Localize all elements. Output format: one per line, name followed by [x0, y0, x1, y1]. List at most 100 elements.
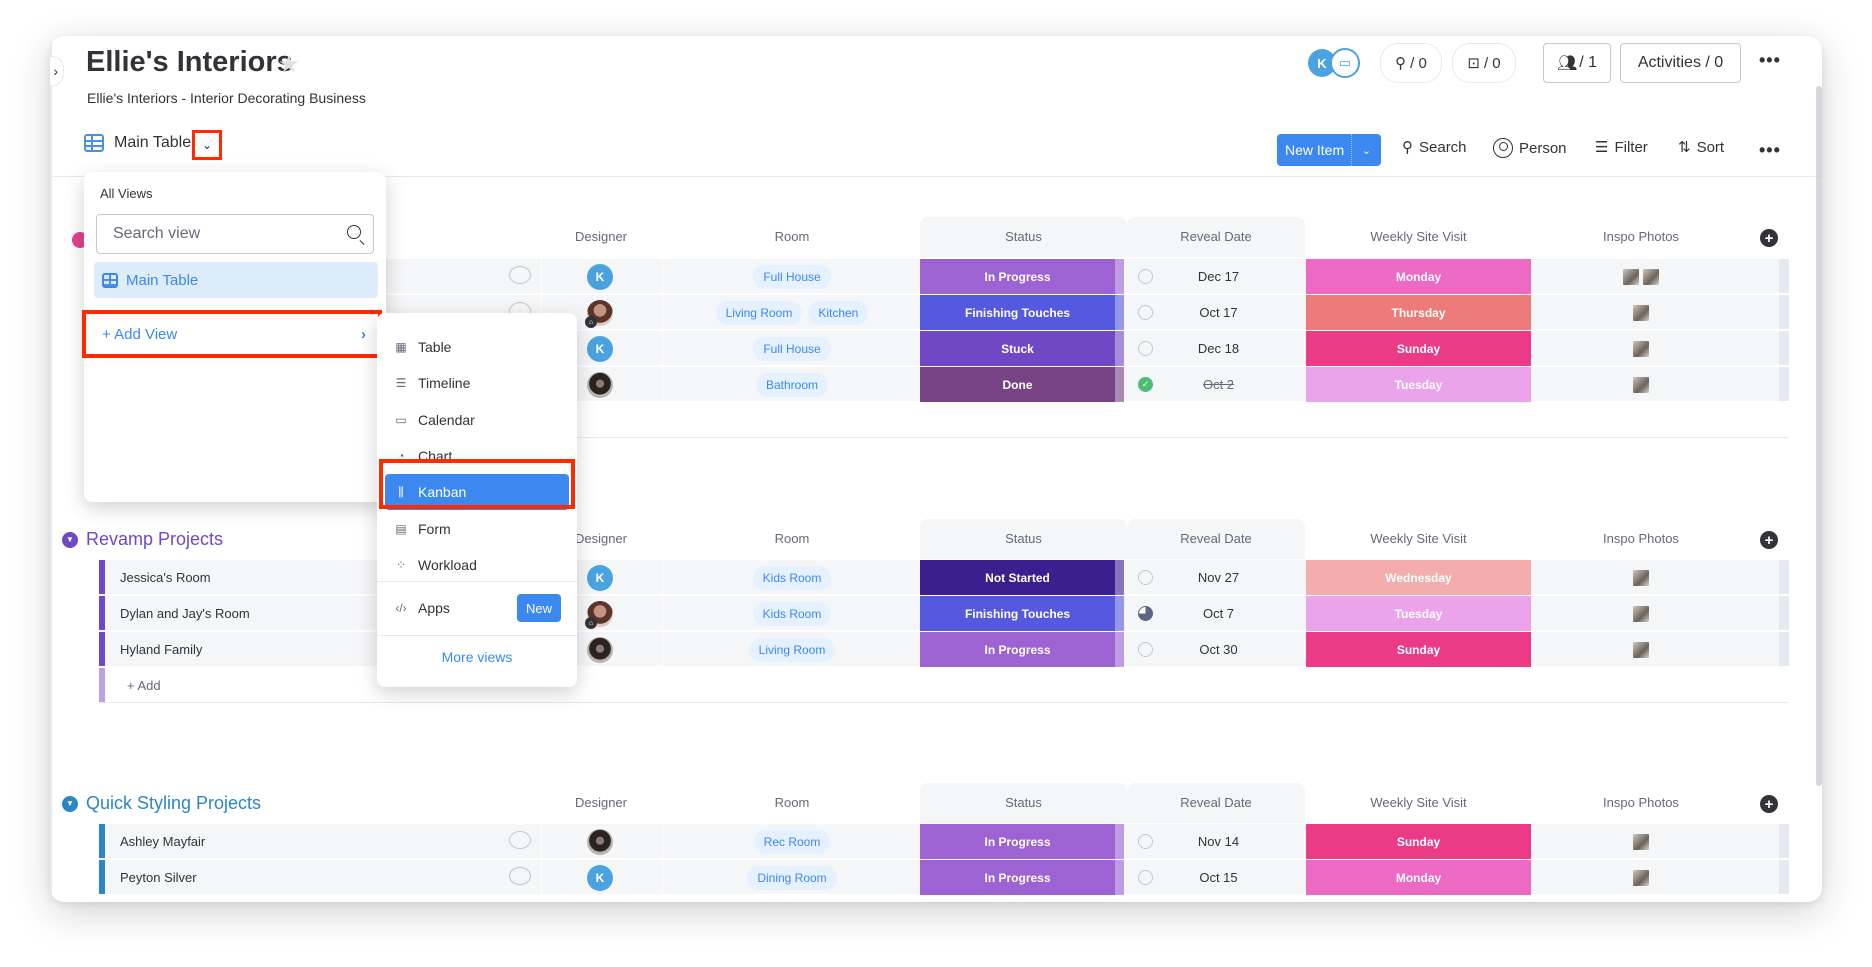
- room-tag[interactable]: Rec Room: [753, 829, 831, 854]
- status-label[interactable]: Finishing Touches: [920, 295, 1115, 330]
- table-row[interactable]: Hyland Family Living Room In Progress Oct 3…: [99, 632, 1789, 667]
- group-title[interactable]: ▼ Quick Styling Projects: [62, 793, 261, 814]
- check-icon[interactable]: ✓: [1138, 377, 1153, 392]
- chevron-down-icon[interactable]: ⌄: [1352, 144, 1381, 157]
- sort-button[interactable]: ⇅ Sort: [1678, 138, 1724, 157]
- room-tag[interactable]: Kids Room: [752, 601, 832, 626]
- view-tab-main-table[interactable]: Main Table: [84, 134, 191, 152]
- designer-avatar[interactable]: K: [587, 264, 613, 290]
- collapse-group-icon[interactable]: ▼: [62, 531, 78, 548]
- designer-avatar[interactable]: [587, 372, 613, 398]
- table-row[interactable]: Dylan and Jay's Room ⌂ Kids Room Finishing …: [99, 596, 1789, 631]
- progress-circle-icon[interactable]: [1138, 269, 1153, 284]
- status-label[interactable]: Not Started: [920, 560, 1115, 595]
- board-menu-icon[interactable]: •••: [1759, 50, 1781, 71]
- weekly-visit-label[interactable]: Sunday: [1306, 632, 1531, 667]
- room-cell[interactable]: Bathroom: [662, 367, 922, 402]
- column-header[interactable]: Status: [920, 783, 1127, 823]
- room-tag[interactable]: Living Room: [715, 300, 803, 325]
- inspo-photos-cell[interactable]: [1532, 367, 1750, 402]
- photo-thumbnail[interactable]: [1633, 869, 1649, 886]
- item-name[interactable]: Jessica's Room: [120, 560, 211, 595]
- weekly-visit-label[interactable]: Monday: [1306, 259, 1531, 294]
- toolbar-menu-icon[interactable]: •••: [1759, 140, 1781, 161]
- room-cell[interactable]: Rec Room: [662, 824, 922, 859]
- column-header[interactable]: Inspo Photos: [1532, 783, 1750, 823]
- inspo-photos-cell[interactable]: [1532, 824, 1750, 859]
- automations-button[interactable]: ⊡/ 0: [1452, 43, 1516, 83]
- reveal-date-cell[interactable]: Nov 27: [1126, 560, 1304, 595]
- table-row[interactable]: Jessica's Room K Kids Room Not Started Nov 2…: [99, 560, 1789, 595]
- weekly-visit-label[interactable]: Wednesday: [1306, 560, 1531, 595]
- add-item-row[interactable]: + Add: [99, 668, 1789, 703]
- reveal-date-cell[interactable]: Oct 30: [1126, 632, 1304, 667]
- photo-thumbnail[interactable]: [1633, 304, 1649, 321]
- reveal-date-cell[interactable]: Nov 14: [1126, 824, 1304, 859]
- weekly-visit-label[interactable]: Monday: [1306, 860, 1531, 895]
- room-cell[interactable]: Kids Room: [662, 596, 922, 631]
- search-view-field[interactable]: [96, 214, 374, 254]
- submenu-item-form[interactable]: ▤ Form: [385, 511, 569, 547]
- add-column-icon[interactable]: +: [1760, 229, 1778, 247]
- vertical-scrollbar[interactable]: [1816, 86, 1822, 786]
- submenu-item-timeline[interactable]: ☰ Timeline: [385, 365, 569, 401]
- room-cell[interactable]: Full House: [662, 331, 922, 366]
- progress-circle-icon[interactable]: [1138, 341, 1153, 356]
- reveal-date-cell[interactable]: ✓ Oct 2: [1126, 367, 1304, 402]
- status-label[interactable]: Stuck: [920, 331, 1115, 366]
- status-label[interactable]: Finishing Touches: [920, 596, 1115, 631]
- reveal-date-cell[interactable]: Oct 7: [1126, 596, 1304, 631]
- room-tag[interactable]: Living Room: [748, 637, 836, 662]
- status-label[interactable]: In Progress: [920, 259, 1115, 294]
- room-tag[interactable]: Bathroom: [755, 372, 829, 397]
- search-button[interactable]: ⚲ Search: [1402, 138, 1467, 157]
- room-cell[interactable]: Full House: [662, 259, 922, 294]
- column-header[interactable]: Room: [662, 217, 922, 257]
- table-row[interactable]: Ashley Mayfair Rec Room In Progress Nov 14 S…: [99, 824, 1789, 859]
- comment-icon[interactable]: [509, 266, 531, 284]
- status-label[interactable]: In Progress: [920, 632, 1115, 667]
- designer-avatar[interactable]: [587, 829, 613, 855]
- designer-avatar[interactable]: K: [587, 336, 613, 362]
- inspo-photos-cell[interactable]: [1532, 596, 1750, 631]
- item-name[interactable]: Ashley Mayfair: [120, 824, 205, 859]
- photo-thumbnail[interactable]: [1623, 268, 1639, 285]
- new-item-button[interactable]: New Item ⌄: [1277, 134, 1381, 166]
- photo-thumbnail[interactable]: [1633, 569, 1649, 586]
- room-tag[interactable]: Kitchen: [808, 300, 869, 325]
- view-item-main-table[interactable]: Main Table: [94, 262, 378, 298]
- item-name[interactable]: Dylan and Jay's Room: [120, 596, 250, 631]
- column-header[interactable]: Room: [662, 519, 922, 559]
- progress-circle-icon[interactable]: [1138, 570, 1153, 585]
- weekly-visit-label[interactable]: Sunday: [1306, 824, 1531, 859]
- add-view-button[interactable]: + Add View ›: [82, 310, 382, 358]
- progress-circle-icon[interactable]: [1138, 834, 1153, 849]
- designer-avatar[interactable]: K: [587, 565, 613, 591]
- room-cell[interactable]: Kids Room: [662, 560, 922, 595]
- column-header[interactable]: Inspo Photos: [1532, 519, 1750, 559]
- inspo-photos-cell[interactable]: [1532, 860, 1750, 895]
- filter-button[interactable]: ☰ Filter: [1595, 138, 1648, 157]
- photo-thumbnail[interactable]: [1633, 641, 1649, 658]
- add-column-icon[interactable]: +: [1760, 531, 1778, 549]
- column-header[interactable]: Inspo Photos: [1532, 217, 1750, 257]
- star-icon[interactable]: ★: [278, 50, 300, 79]
- photo-thumbnail[interactable]: [1633, 340, 1649, 357]
- submenu-item-table[interactable]: ▦ Table: [385, 329, 569, 365]
- comment-icon[interactable]: [509, 867, 531, 885]
- room-tag[interactable]: Full House: [753, 264, 831, 289]
- weekly-visit-label[interactable]: Sunday: [1306, 331, 1531, 366]
- column-header[interactable]: Weekly Site Visit: [1306, 783, 1531, 823]
- room-tag[interactable]: Kids Room: [752, 565, 832, 590]
- reveal-date-cell[interactable]: Dec 18: [1126, 331, 1304, 366]
- inspo-photos-cell[interactable]: [1532, 632, 1750, 667]
- reveal-date-cell[interactable]: Oct 15: [1126, 860, 1304, 895]
- add-column-icon[interactable]: +: [1760, 795, 1778, 813]
- reveal-date-cell[interactable]: Dec 17: [1126, 259, 1304, 294]
- reveal-date-cell[interactable]: Oct 17: [1126, 295, 1304, 330]
- photo-thumbnail[interactable]: [1643, 268, 1659, 285]
- comment-icon[interactable]: [509, 831, 531, 849]
- inspo-photos-cell[interactable]: [1532, 259, 1750, 294]
- column-header[interactable]: Status: [920, 519, 1127, 559]
- activities-button[interactable]: Activities / 0: [1620, 43, 1741, 83]
